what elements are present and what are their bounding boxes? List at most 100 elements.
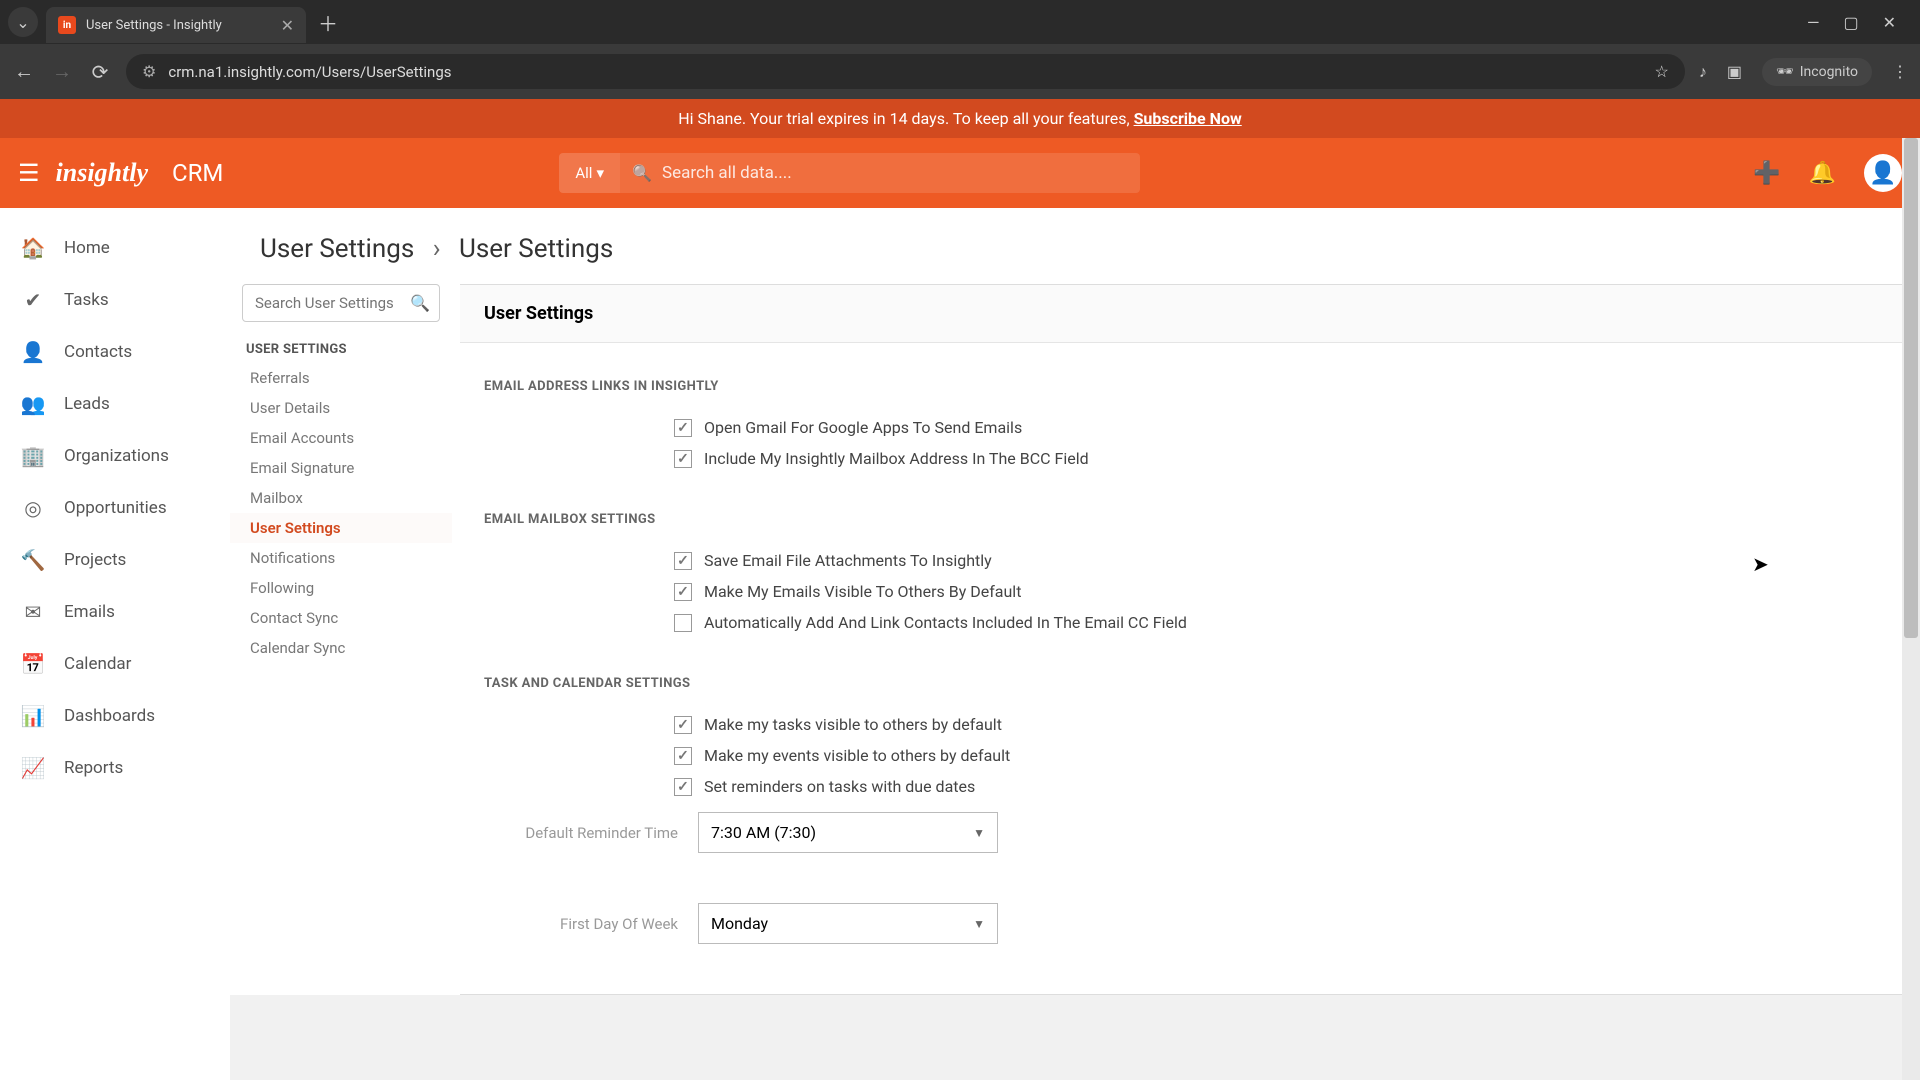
nav-item-projects[interactable]: 🔨Projects (0, 534, 230, 586)
opportunities-icon: ◎ (20, 496, 46, 520)
scrollbar-thumb[interactable] (1904, 138, 1918, 638)
add-button[interactable]: ➕ (1753, 161, 1780, 186)
notifications-icon[interactable]: 🔔 (1809, 161, 1836, 186)
reload-button[interactable]: ⟳ (88, 60, 112, 84)
nav-item-label: Tasks (64, 290, 109, 310)
vertical-scrollbar[interactable] (1902, 138, 1920, 1080)
checkbox-row: Make my events visible to others by defa… (484, 740, 1878, 771)
dashboards-icon: 📊 (20, 704, 46, 728)
checkbox-label: Include My Insightly Mailbox Address In … (704, 449, 1089, 468)
section-title-task-cal: TASK AND CALENDAR SETTINGS (484, 676, 1878, 691)
checkbox-label: Open Gmail For Google Apps To Send Email… (704, 418, 1022, 437)
nav-item-calendar[interactable]: 📅Calendar (0, 638, 230, 690)
checkbox-label: Save Email File Attachments To Insightly (704, 551, 992, 570)
checkbox[interactable] (674, 419, 692, 437)
nav-item-label: Leads (64, 394, 110, 414)
new-tab-button[interactable]: ＋ (306, 2, 350, 43)
side-panel-icon[interactable]: ▣ (1727, 62, 1742, 81)
nav-item-leads[interactable]: 👥 Leads (0, 378, 230, 430)
checkbox-row: Include My Insightly Mailbox Address In … (484, 443, 1878, 474)
checkbox-label: Make my events visible to others by defa… (704, 746, 1010, 765)
logo[interactable]: insightly (56, 158, 148, 188)
checkbox-row: Set reminders on tasks with due dates (484, 771, 1878, 802)
nav-item-contacts[interactable]: 👤 Contacts (0, 326, 230, 378)
tab-list-dropdown[interactable]: ⌄ (8, 7, 38, 37)
organizations-icon: 🏢 (20, 444, 46, 468)
reminder-time-label: Default Reminder Time (484, 824, 684, 842)
first-day-select[interactable]: Monday ▼ (698, 903, 998, 944)
nav-item-label: Emails (64, 602, 115, 622)
bookmark-star-icon[interactable]: ☆ (1654, 62, 1668, 81)
section-title-email-links: EMAIL ADDRESS LINKS IN INSIGHTLY (484, 379, 1878, 394)
section-title-mailbox: EMAIL MAILBOX SETTINGS (484, 512, 1878, 527)
address-bar[interactable]: ⚙ crm.na1.insightly.com/Users/UserSettin… (126, 54, 1685, 89)
search-scope-dropdown[interactable]: All ▾ (559, 153, 620, 193)
settings-link-mailbox[interactable]: Mailbox (230, 483, 452, 513)
checkbox[interactable] (674, 552, 692, 570)
global-search-input[interactable] (620, 153, 1140, 193)
nav-item-opportunities[interactable]: ◎Opportunities (0, 482, 230, 534)
checkbox-row: Make my tasks visible to others by defau… (484, 709, 1878, 740)
settings-link-referrals[interactable]: Referrals (230, 363, 452, 393)
nav-item-label: Projects (64, 550, 126, 570)
chevron-down-icon: ▼ (973, 917, 985, 931)
checkbox[interactable] (674, 747, 692, 765)
url-text: crm.na1.insightly.com/Users/UserSettings (168, 63, 1642, 81)
browser-menu-icon[interactable]: ⋮ (1892, 62, 1908, 81)
forward-button[interactable]: → (50, 59, 74, 84)
breadcrumb-current: User Settings (459, 234, 613, 264)
incognito-label: Incognito (1800, 64, 1858, 80)
back-button[interactable]: ← (12, 59, 36, 84)
nav-item-dashboards[interactable]: 📊 Dashboards (0, 690, 230, 742)
close-window-icon[interactable]: ✕ (1883, 13, 1896, 32)
chevron-down-icon: ▾ (596, 164, 604, 182)
nav-item-emails[interactable]: ✉Emails (0, 586, 230, 638)
breadcrumb-root[interactable]: User Settings (260, 234, 414, 264)
settings-link-email-accounts[interactable]: Email Accounts (230, 423, 452, 453)
favicon-icon: in (58, 16, 76, 34)
nav-item-reports[interactable]: 📈Reports (0, 742, 230, 794)
nav-item-organizations[interactable]: 🏢 Organizations (0, 430, 230, 482)
checkbox-label: Make my tasks visible to others by defau… (704, 715, 1002, 734)
calendar-icon: 📅 (20, 652, 46, 676)
user-avatar[interactable]: 👤 (1864, 154, 1902, 192)
checkbox[interactable] (674, 716, 692, 734)
checkbox[interactable] (674, 614, 692, 632)
settings-link-email-signature[interactable]: Email Signature (230, 453, 452, 483)
media-control-icon[interactable]: ♪ (1699, 62, 1707, 82)
search-icon[interactable]: 🔍 (410, 294, 430, 313)
reports-icon: 📈 (20, 756, 46, 780)
settings-link-contact-sync[interactable]: Contact Sync (230, 603, 452, 633)
settings-link-notifications[interactable]: Notifications (230, 543, 452, 573)
contacts-icon: 👤 (20, 340, 46, 364)
nav-item-label: Contacts (64, 342, 132, 362)
nav-item-label: Home (64, 238, 110, 258)
settings-link-following[interactable]: Following (230, 573, 452, 603)
settings-link-user-details[interactable]: User Details (230, 393, 452, 423)
nav-item-tasks[interactable]: ✔Tasks (0, 274, 230, 326)
browser-tab[interactable]: in User Settings - Insightly ✕ (46, 7, 306, 43)
checkbox[interactable] (674, 450, 692, 468)
close-tab-icon[interactable]: ✕ (281, 16, 294, 35)
checkbox[interactable] (674, 778, 692, 796)
site-info-icon[interactable]: ⚙ (142, 62, 156, 81)
settings-link-calendar-sync[interactable]: Calendar Sync (230, 633, 452, 663)
subscribe-link[interactable]: Subscribe Now (1134, 109, 1242, 128)
checkbox[interactable] (674, 583, 692, 601)
hamburger-menu-icon[interactable]: ☰ (18, 159, 40, 187)
minimize-window-icon[interactable]: ― (1807, 13, 1820, 32)
home-icon: 🏠 (20, 236, 46, 260)
nav-item-label: Organizations (64, 446, 169, 466)
search-scope-label: All (575, 164, 592, 182)
incognito-badge[interactable]: 🕶 Incognito (1762, 58, 1872, 86)
maximize-window-icon[interactable]: ▢ (1843, 13, 1858, 32)
nav-item-home[interactable]: 🏠 Home (0, 222, 230, 274)
leads-icon: 👥 (20, 392, 46, 416)
settings-link-user-settings[interactable]: User Settings (230, 513, 452, 543)
crm-label: CRM (172, 159, 223, 187)
trial-banner: Hi Shane. Your trial expires in 14 days.… (0, 99, 1920, 138)
reminder-time-select[interactable]: 7:30 AM (7:30) ▼ (698, 812, 998, 853)
panel-title: User Settings (460, 285, 1902, 343)
settings-subnav: 🔍 USER SETTINGS ReferralsUser DetailsEma… (230, 284, 460, 995)
nav-item-label: Dashboards (64, 706, 155, 726)
